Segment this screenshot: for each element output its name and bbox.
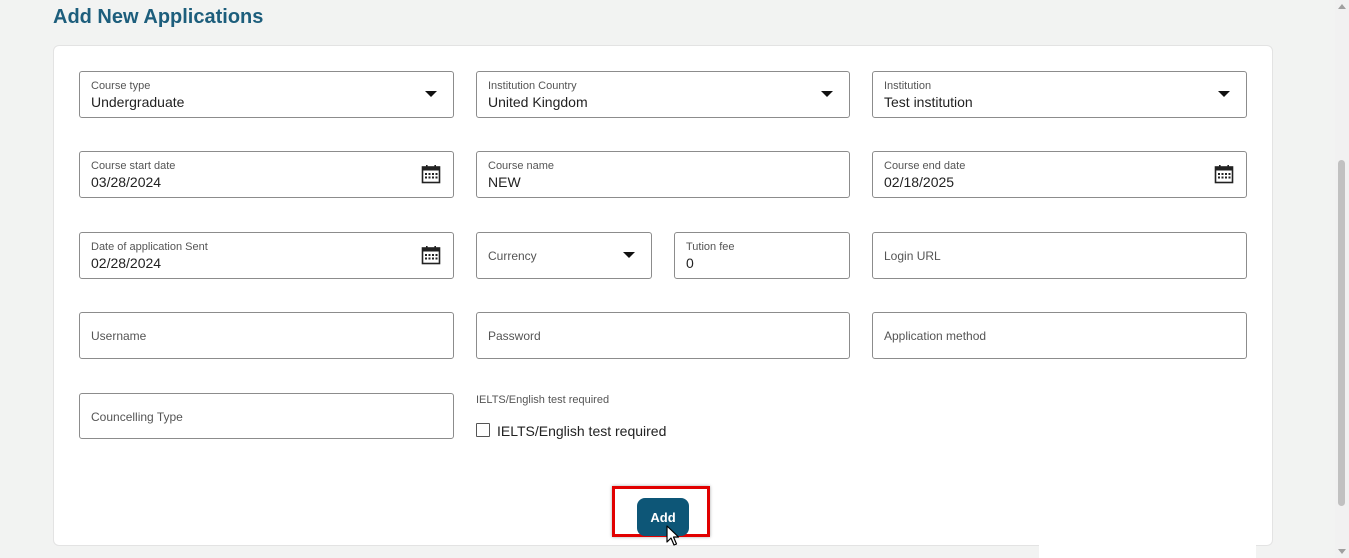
councelling-type-placeholder: Councelling Type <box>91 410 183 424</box>
date-application-sent-label: Date of application Sent <box>91 241 208 253</box>
username-field[interactable]: Username <box>79 312 454 359</box>
dropdown-caret-icon <box>821 91 833 97</box>
page-title: Add New Applications <box>53 6 264 28</box>
ielts-group-label: IELTS/English test required <box>476 394 610 406</box>
course-type-select[interactable]: Course type Undergraduate <box>79 71 454 118</box>
currency-select[interactable]: Currency <box>476 232 652 279</box>
course-end-date-label: Course end date <box>884 160 966 172</box>
calendar-icon[interactable] <box>421 245 441 265</box>
course-start-date-label: Course start date <box>91 160 176 172</box>
dropdown-caret-icon <box>623 252 635 258</box>
ielts-checkbox-label[interactable]: IELTS/English test required <box>497 423 666 439</box>
course-end-date-value: 02/18/2025 <box>884 174 955 190</box>
institution-country-select[interactable]: Institution Country United Kingdom <box>476 71 850 118</box>
application-method-field[interactable]: Application method <box>872 312 1247 359</box>
calendar-icon[interactable] <box>1214 164 1234 184</box>
dropdown-caret-icon <box>425 91 437 97</box>
scroll-down-icon[interactable] <box>1338 549 1346 554</box>
institution-value: Test institution <box>884 94 973 110</box>
application-form-card <box>53 45 1273 546</box>
institution-select[interactable]: Institution Test institution <box>872 71 1247 118</box>
add-button[interactable]: Add <box>637 498 689 536</box>
password-placeholder: Password <box>488 329 541 343</box>
scroll-up-icon[interactable] <box>1338 4 1346 9</box>
date-application-sent-value: 02/28/2024 <box>91 255 162 271</box>
dropdown-caret-icon <box>1218 91 1230 97</box>
currency-placeholder: Currency <box>488 249 537 263</box>
tution-fee-value: 0 <box>686 255 694 271</box>
mouse-pointer-icon <box>666 525 680 546</box>
course-name-value: NEW <box>488 174 521 190</box>
course-name-field[interactable]: Course name NEW <box>476 151 850 198</box>
application-method-placeholder: Application method <box>884 329 987 343</box>
institution-country-value: United Kingdom <box>488 94 588 110</box>
username-placeholder: Username <box>91 329 147 343</box>
course-name-label: Course name <box>488 160 555 172</box>
course-type-value: Undergraduate <box>91 94 185 110</box>
password-field[interactable]: Password <box>476 312 850 359</box>
course-start-date-value: 03/28/2024 <box>91 174 162 190</box>
councelling-type-field[interactable]: Councelling Type <box>79 393 454 439</box>
calendar-icon[interactable] <box>421 164 441 184</box>
scrollbar-thumb[interactable] <box>1338 160 1345 506</box>
institution-country-label: Institution Country <box>488 80 577 92</box>
tution-fee-label: Tution fee <box>686 241 735 253</box>
bottom-overlay <box>1039 540 1256 558</box>
login-url-field[interactable]: Login URL <box>872 232 1247 279</box>
course-end-date-field[interactable]: Course end date 02/18/2025 <box>872 151 1247 198</box>
ielts-checkbox[interactable] <box>476 423 490 437</box>
course-type-label: Course type <box>91 80 151 92</box>
institution-label: Institution <box>884 80 932 92</box>
tution-fee-field[interactable]: Tution fee 0 <box>674 232 850 279</box>
course-start-date-field[interactable]: Course start date 03/28/2024 <box>79 151 454 198</box>
vertical-scrollbar[interactable] <box>1335 0 1349 558</box>
login-url-placeholder: Login URL <box>884 249 941 263</box>
date-application-sent-field[interactable]: Date of application Sent 02/28/2024 <box>79 232 454 279</box>
